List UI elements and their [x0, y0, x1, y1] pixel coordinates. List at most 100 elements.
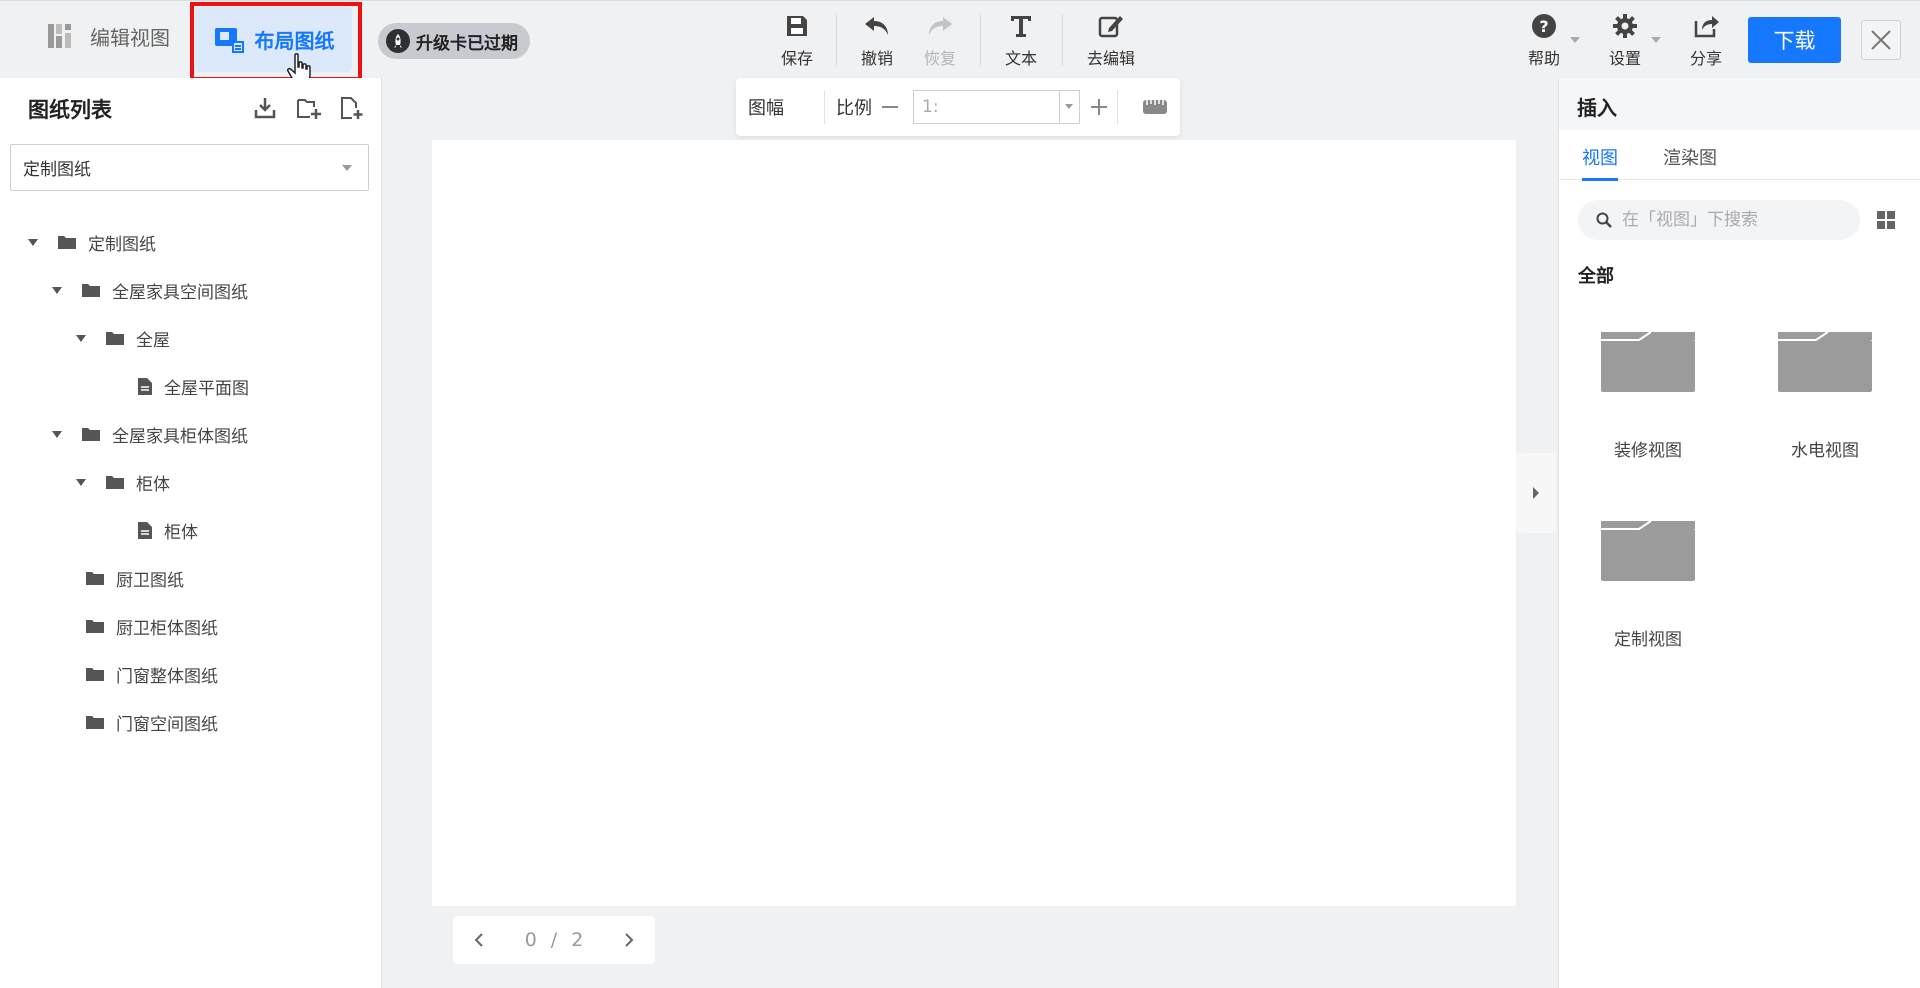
tree-item-folder[interactable]: 定制图纸: [28, 228, 156, 256]
layout-drawing-mode-button[interactable]: 布局图纸: [195, 7, 352, 72]
save-button[interactable]: 保存: [781, 13, 813, 69]
tree-item-label: 厨卫图纸: [116, 570, 184, 591]
folder-icon: [1601, 517, 1695, 581]
edit-icon: [1097, 13, 1125, 39]
tree-item-label: 厨卫柜体图纸: [116, 618, 218, 639]
chevron-right-icon[interactable]: [624, 932, 634, 948]
tree-item-file[interactable]: 柜体: [108, 516, 198, 544]
tab-views[interactable]: 视图: [1582, 144, 1618, 181]
text-tool-button[interactable]: 文本: [1005, 13, 1037, 69]
scale-divider: [1117, 90, 1118, 124]
tree-item-label: 全屋: [136, 330, 170, 351]
close-icon: [1870, 29, 1892, 51]
scale-dropdown[interactable]: [1059, 91, 1079, 123]
folder-icon: [86, 571, 104, 585]
scale-divider: [824, 90, 825, 124]
section-all-label: 全部: [1578, 266, 1614, 287]
settings-dropdown-icon[interactable]: [1651, 37, 1661, 43]
folder-icon: [106, 475, 124, 489]
save-icon: [784, 13, 810, 39]
help-dropdown-icon[interactable]: [1570, 37, 1580, 43]
grid-view-icon[interactable]: [1877, 211, 1895, 229]
tree-item-folder[interactable]: 全屋: [76, 324, 170, 352]
scale-value: 1:: [922, 97, 939, 117]
text-icon: [1008, 13, 1034, 39]
new-folder-icon[interactable]: [296, 96, 322, 120]
folder-icon: [86, 667, 104, 681]
go-edit-button[interactable]: 去编辑: [1087, 13, 1135, 69]
insert-panel: 插入 视图 渲染图 全部 装修视图 水电视图 定制视图: [1558, 78, 1920, 988]
tab-renderings[interactable]: 渲染图: [1663, 144, 1717, 170]
expand-arrow-icon[interactable]: [28, 238, 38, 246]
view-item-label: 定制视图: [1614, 630, 1682, 650]
expand-arrow-icon[interactable]: [76, 334, 86, 342]
scale-toolbar: 图幅 比例 1:: [736, 78, 1180, 136]
expand-arrow-icon[interactable]: [52, 286, 62, 294]
layout-drawing-icon: [213, 26, 245, 54]
zoom-out-icon[interactable]: [882, 106, 898, 108]
svg-text:?: ?: [1539, 17, 1548, 36]
redo-icon: [926, 13, 954, 39]
share-button[interactable]: 分享: [1690, 13, 1722, 69]
rocket-icon: [386, 29, 410, 53]
undo-button[interactable]: 撤销: [861, 13, 893, 69]
zoom-in-icon[interactable]: [1091, 99, 1107, 115]
chevron-down-icon: [1065, 104, 1073, 109]
file-icon: [138, 521, 152, 539]
tree-item-folder[interactable]: 厨卫柜体图纸: [56, 612, 218, 640]
page-separator: /: [550, 929, 558, 951]
chevron-down-icon: [342, 165, 352, 171]
tree-item-folder[interactable]: 全屋家具柜体图纸: [52, 420, 248, 448]
edit-view-mode-button[interactable]: 编辑视图: [46, 21, 170, 51]
redo-button[interactable]: 恢复: [924, 13, 956, 69]
go-edit-label: 去编辑: [1087, 49, 1136, 68]
tree-item-label: 全屋家具柜体图纸: [112, 426, 248, 447]
tree-item-label: 门窗空间图纸: [116, 714, 218, 735]
settings-button[interactable]: 设置: [1609, 13, 1641, 69]
tree-item-folder[interactable]: 全屋家具空间图纸: [52, 276, 248, 304]
view-search-box[interactable]: [1578, 200, 1860, 240]
download-button[interactable]: 下载: [1748, 17, 1841, 63]
drawing-category-select[interactable]: 定制图纸: [10, 144, 369, 191]
edit-view-icon: [46, 21, 80, 51]
tree-item-folder[interactable]: 厨卫图纸: [56, 564, 184, 592]
toolbar-divider: [980, 15, 981, 65]
drawing-canvas[interactable]: [432, 140, 1516, 906]
import-drawing-icon[interactable]: [253, 96, 277, 120]
view-item-label: 装修视图: [1614, 441, 1682, 461]
tree-item-folder[interactable]: 柜体: [76, 468, 170, 496]
tree-item-label: 全屋平面图: [164, 378, 249, 399]
tree-item-folder[interactable]: 门窗整体图纸: [56, 660, 218, 688]
upgrade-card-badge[interactable]: 升级卡已过期: [378, 23, 530, 59]
tree-item-file[interactable]: 全屋平面图: [108, 372, 249, 400]
folder-icon: [58, 235, 76, 249]
drawing-category-value: 定制图纸: [23, 160, 91, 180]
chevron-left-icon[interactable]: [474, 932, 484, 948]
view-item-decoration[interactable]: 装修视图: [1593, 328, 1703, 461]
expand-arrow-icon[interactable]: [52, 430, 62, 438]
view-search-input[interactable]: [1622, 210, 1842, 230]
ruler-icon[interactable]: [1142, 96, 1168, 116]
tree-item-label: 全屋家具空间图纸: [112, 282, 248, 303]
scale-label: 比例: [836, 98, 872, 119]
scale-input[interactable]: 1:: [913, 90, 1080, 124]
page-pagination: 0 / 2: [453, 916, 655, 964]
caret-right-icon: [1532, 487, 1540, 499]
toolbar-divider: [836, 15, 837, 65]
insert-tabs: 视图 渲染图: [1559, 130, 1920, 181]
tree-item-folder[interactable]: 门窗空间图纸: [56, 708, 218, 736]
expand-arrow-icon[interactable]: [76, 478, 86, 486]
paper-size-button[interactable]: 图幅: [748, 94, 784, 120]
close-button[interactable]: [1861, 20, 1901, 60]
redo-label: 恢复: [924, 49, 957, 68]
undo-icon: [863, 13, 891, 39]
new-file-icon[interactable]: [339, 96, 363, 120]
collapse-right-panel-button[interactable]: [1516, 453, 1556, 533]
view-item-custom[interactable]: 定制视图: [1593, 517, 1703, 650]
view-item-plumbing[interactable]: 水电视图: [1770, 328, 1880, 461]
total-pages: 2: [571, 929, 584, 951]
help-button[interactable]: ? 帮助: [1528, 13, 1560, 69]
folder-icon: [1778, 328, 1872, 392]
search-icon: [1596, 212, 1612, 228]
tree-item-label: 门窗整体图纸: [116, 666, 218, 687]
